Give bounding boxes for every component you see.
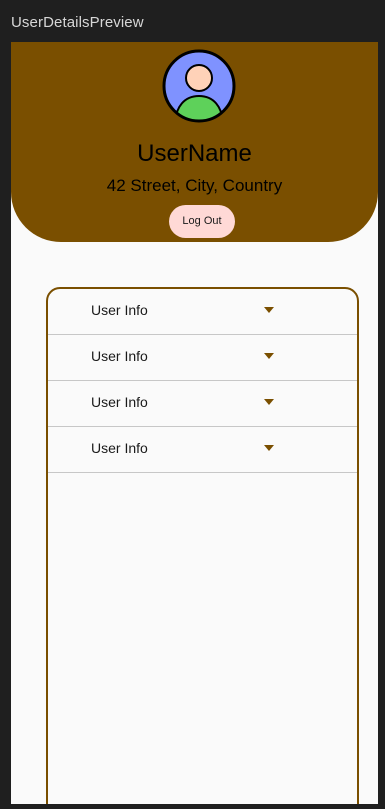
- user-info-row-2[interactable]: User Info: [48, 335, 357, 381]
- preview-title: UserDetailsPreview: [11, 14, 144, 31]
- user-info-label: User Info: [91, 348, 148, 364]
- chevron-down-icon: [264, 445, 274, 451]
- profile-header: UserName 42 Street, City, Country Log Ou…: [11, 42, 378, 242]
- chevron-down-icon: [264, 307, 274, 313]
- chevron-down-icon: [264, 353, 274, 359]
- chevron-down-icon: [264, 399, 274, 405]
- user-info-card: User Info User Info User Info User Info: [46, 287, 359, 804]
- user-info-row-4[interactable]: User Info: [48, 427, 357, 473]
- preview-window: UserDetailsPreview UserName 42 Street, C…: [0, 0, 385, 809]
- phone-screen: UserName 42 Street, City, Country Log Ou…: [11, 42, 378, 804]
- user-address: 42 Street, City, Country: [106, 176, 283, 195]
- user-info-label: User Info: [91, 302, 148, 318]
- user-info-label: User Info: [91, 394, 148, 410]
- user-info-row-1[interactable]: User Info: [48, 289, 357, 335]
- logout-button[interactable]: Log Out: [169, 205, 235, 238]
- username: UserName: [137, 140, 252, 167]
- user-info-label: User Info: [91, 440, 148, 456]
- user-info-row-3[interactable]: User Info: [48, 381, 357, 427]
- user-avatar-icon: [161, 48, 237, 124]
- avatar-graphic: [162, 49, 236, 123]
